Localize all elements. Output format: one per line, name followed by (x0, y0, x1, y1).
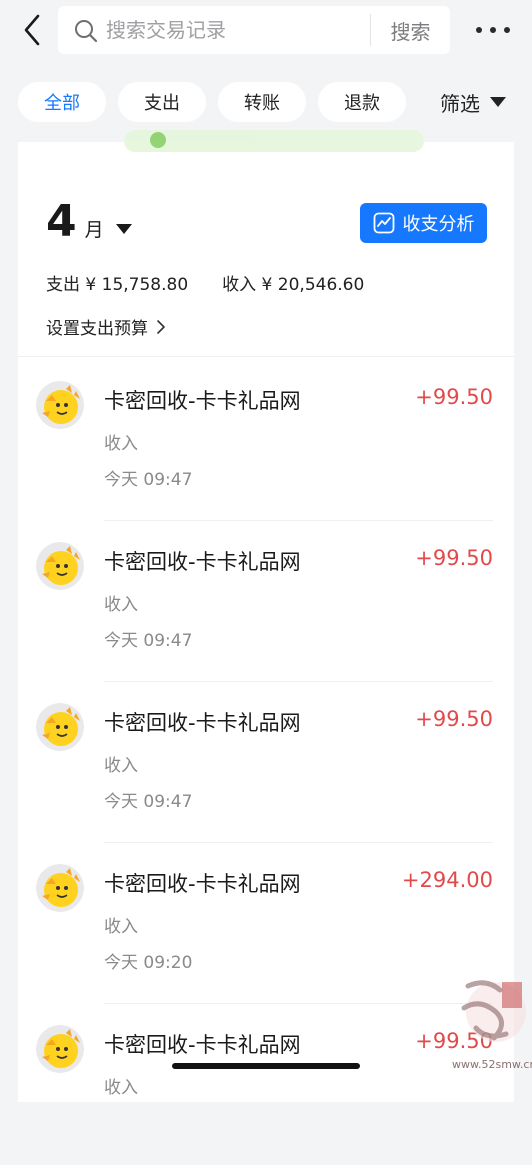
transaction-name: 卡密回收-卡卡礼品网 (104, 1033, 301, 1057)
divider (104, 1003, 493, 1004)
month-number: 4 (46, 196, 77, 247)
merchant-avatar-icon (36, 381, 84, 429)
search-box[interactable]: 搜索 (58, 6, 450, 54)
transaction-time: 今天 09:47 (104, 792, 193, 812)
divider (104, 681, 493, 682)
banner-icon (150, 132, 166, 148)
chevron-right-icon (157, 319, 165, 334)
watermark-text: www.52smw.cn (452, 1058, 532, 1071)
tab-transfer[interactable]: 转账 (218, 82, 306, 122)
analysis-button[interactable]: 收支分析 (360, 203, 487, 243)
transaction-name: 卡密回收-卡卡礼品网 (104, 550, 301, 574)
promo-banner[interactable] (124, 130, 424, 152)
transaction-row[interactable]: 卡密回收-卡卡礼品网 收入 今天 09:47 +99.50 (18, 683, 514, 843)
divider (104, 520, 493, 521)
top-bar: 搜索 (0, 0, 532, 62)
transaction-type: 收入 (104, 917, 138, 937)
merchant-avatar-icon (36, 542, 84, 590)
month-unit: 月 (84, 219, 104, 241)
more-options-icon[interactable] (476, 22, 510, 38)
analysis-label: 收支分析 (402, 214, 475, 235)
transaction-amount: +99.50 (415, 707, 493, 731)
filter-tabs: 全部 支出 转账 退款 筛选 (0, 80, 532, 124)
trend-chart-icon (373, 212, 394, 234)
filter-button[interactable]: 筛选 (440, 86, 506, 118)
transaction-time: 今天 09:47 (104, 631, 193, 651)
filter-label: 筛选 (440, 91, 480, 116)
transaction-amount: +99.50 (415, 385, 493, 409)
search-button[interactable]: 搜索 (371, 6, 450, 54)
budget-label: 设置支出预算 (46, 319, 148, 339)
transaction-time: 今天 09:20 (104, 953, 193, 973)
transaction-row[interactable]: 卡密回收-卡卡礼品网 收入 今天 09:20 +294.00 (18, 844, 514, 1004)
income-total: 收入 ¥ 20,546.60 (222, 275, 365, 295)
set-budget-link[interactable]: 设置支出预算 (46, 314, 166, 339)
month-selector[interactable]: 4 月 (46, 196, 132, 246)
caret-down-icon (115, 224, 132, 234)
tab-all[interactable]: 全部 (18, 82, 106, 122)
transaction-name: 卡密回收-卡卡礼品网 (104, 389, 301, 413)
transactions-card: 4 月 收支分析 支出 ¥ 15,758.80 收入 ¥ 20,546.60 设… (18, 130, 514, 1102)
merchant-avatar-icon (36, 1025, 84, 1073)
tab-expense[interactable]: 支出 (118, 82, 206, 122)
transaction-row[interactable]: 卡密回收-卡卡礼品网 收入 今天 09:47 +99.50 (18, 361, 514, 521)
merchant-avatar-icon (36, 864, 84, 912)
transaction-type: 收入 (104, 595, 138, 615)
transaction-type: 收入 (104, 1078, 138, 1098)
search-input[interactable] (106, 6, 366, 54)
search-icon (74, 19, 98, 43)
transaction-row[interactable]: 卡密回收-卡卡礼品网 收入 +99.50 (18, 1005, 514, 1165)
back-icon[interactable] (18, 12, 48, 48)
month-summary: 支出 ¥ 15,758.80 收入 ¥ 20,546.60 (46, 270, 364, 295)
home-indicator[interactable] (172, 1063, 360, 1069)
transaction-row[interactable]: 卡密回收-卡卡礼品网 收入 今天 09:47 +99.50 (18, 522, 514, 682)
divider (18, 356, 514, 357)
merchant-avatar-icon (36, 703, 84, 751)
transaction-amount: +99.50 (415, 546, 493, 570)
transaction-name: 卡密回收-卡卡礼品网 (104, 872, 301, 896)
transaction-time: 今天 09:47 (104, 470, 193, 490)
divider (104, 842, 493, 843)
expense-total: 支出 ¥ 15,758.80 (46, 275, 189, 295)
transaction-type: 收入 (104, 756, 138, 776)
transaction-name: 卡密回收-卡卡礼品网 (104, 711, 301, 735)
transaction-amount: +294.00 (401, 868, 493, 892)
caret-down-icon (490, 97, 506, 107)
tab-refund[interactable]: 退款 (318, 82, 406, 122)
transaction-type: 收入 (104, 434, 138, 454)
